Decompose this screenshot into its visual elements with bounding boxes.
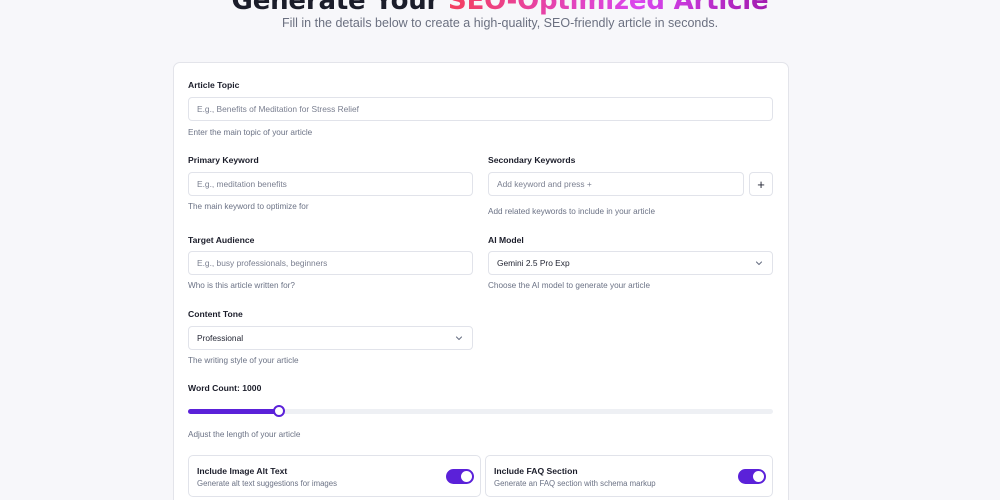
faq-section-title: Include FAQ Section [494, 466, 578, 476]
image-alt-text-toggle[interactable] [446, 469, 474, 484]
chevron-down-icon [755, 261, 763, 266]
secondary-keyword-input[interactable]: Add keyword and press + [488, 172, 744, 196]
add-keyword-button[interactable]: + [749, 172, 773, 196]
article-topic-input[interactable]: E.g., Benefits of Meditation for Stress … [188, 97, 773, 121]
page-title-prefix: Generate Your [231, 0, 440, 16]
secondary-keywords-help: Add related keywords to include in your … [488, 207, 656, 216]
article-form-card: Article Topic E.g., Benefits of Meditati… [173, 62, 789, 500]
toggle-knob [461, 471, 472, 482]
target-audience-help: Who is this article written for? [188, 281, 295, 290]
content-tone-label: Content Tone [188, 309, 243, 319]
ai-model-select[interactable]: Gemini 2.5 Pro Exp [488, 251, 773, 275]
page-subtitle: Fill in the details below to create a hi… [281, 16, 719, 30]
primary-keyword-input[interactable]: E.g., meditation benefits [188, 172, 473, 196]
content-tone-help: The writing style of your article [188, 356, 299, 365]
image-alt-text-option: Include Image Alt Text Generate alt text… [188, 455, 481, 497]
chevron-down-icon [455, 336, 463, 341]
target-audience-placeholder: E.g., busy professionals, beginners [197, 258, 328, 268]
image-alt-text-desc: Generate alt text suggestions for images [197, 479, 337, 488]
secondary-keywords-label: Secondary Keywords [488, 155, 576, 165]
word-count-slider-thumb[interactable] [273, 405, 285, 417]
ai-model-value: Gemini 2.5 Pro Exp [497, 258, 570, 268]
article-topic-help: Enter the main topic of your article [188, 128, 313, 137]
primary-keyword-help: The main keyword to optimize for [188, 202, 309, 211]
faq-section-toggle[interactable] [738, 469, 766, 484]
content-tone-value: Professional [197, 333, 244, 343]
word-count-slider-fill [188, 409, 279, 414]
word-count-label: Word Count: 1000 [188, 383, 262, 393]
content-tone-select[interactable]: Professional [188, 326, 473, 350]
article-topic-label: Article Topic [188, 80, 240, 90]
faq-section-desc: Generate an FAQ section with schema mark… [494, 479, 656, 488]
target-audience-label: Target Audience [188, 235, 255, 245]
primary-keyword-placeholder: E.g., meditation benefits [197, 179, 287, 189]
article-topic-placeholder: E.g., Benefits of Meditation for Stress … [197, 104, 359, 114]
secondary-keyword-placeholder: Add keyword and press + [497, 179, 592, 189]
word-count-slider[interactable] [188, 405, 773, 417]
primary-keyword-label: Primary Keyword [188, 155, 259, 165]
ai-model-label: AI Model [488, 235, 524, 245]
faq-section-option: Include FAQ Section Generate an FAQ sect… [485, 455, 773, 497]
word-count-help: Adjust the length of your article [188, 430, 301, 439]
page-title: Generate Your SEO-Optimized Article [0, 0, 1000, 16]
page-title-highlight: SEO-Optimized Article [448, 0, 769, 16]
image-alt-text-title: Include Image Alt Text [197, 466, 288, 476]
ai-model-help: Choose the AI model to generate your art… [488, 281, 651, 290]
plus-icon: + [757, 176, 765, 192]
toggle-knob [753, 471, 764, 482]
target-audience-input[interactable]: E.g., busy professionals, beginners [188, 251, 473, 275]
